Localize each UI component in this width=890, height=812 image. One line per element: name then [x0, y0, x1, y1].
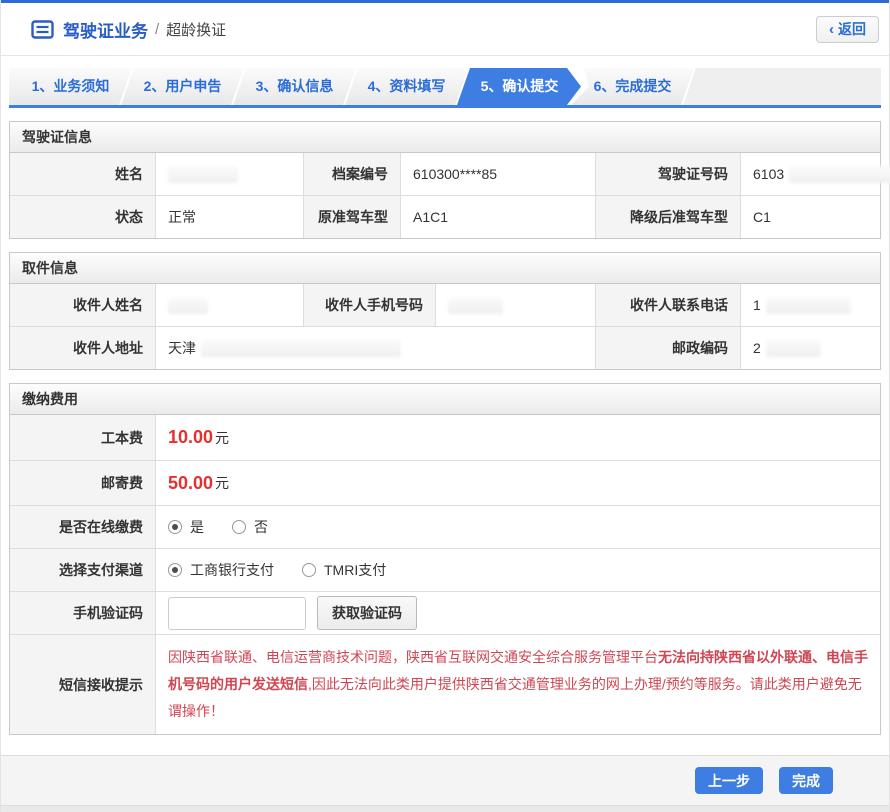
get-code-button[interactable]: 获取验证码 [317, 596, 417, 630]
radio-channel-tmri[interactable]: TMRI支付 [302, 560, 386, 580]
status-label: 状态 [10, 196, 155, 238]
table-row: 收件人地址 天津 邮政编码 2 [10, 326, 880, 369]
radio-channel-icbc[interactable]: 工商银行支付 [168, 560, 274, 580]
redacted-name [168, 166, 238, 183]
name-value [155, 153, 303, 195]
payment-channel-options: 工商银行支付 TMRI支付 [155, 549, 880, 591]
production-fee-label: 工本费 [10, 415, 155, 460]
bottom-edge [1, 805, 889, 812]
recipient-phone-value: 1 [740, 284, 880, 326]
page-title: 驾驶证业务 [63, 17, 148, 42]
step-3-confirm-info[interactable]: 3、确认信息 [233, 68, 356, 105]
recipient-name-label: 收件人姓名 [10, 284, 155, 326]
step-1-notice[interactable]: 1、业务须知 [9, 68, 132, 105]
online-payment-options: 是 否 [155, 506, 880, 548]
postage-fee-value: 50.00元 [155, 461, 880, 505]
redacted-recipient-mobile [448, 297, 503, 314]
table-row: 短信接收提示 因陕西省联通、电信运营商技术问题，陕西省互联网交通安全综合服务管理… [10, 634, 880, 734]
step-5-confirm-submit[interactable]: 5、确认提交 [457, 68, 582, 105]
back-button-label: 返回 [838, 19, 866, 39]
recipient-address-value: 天津 [155, 327, 595, 369]
radio-unselected-icon [232, 520, 246, 534]
sms-code-cell: 获取验证码 [155, 592, 880, 634]
step-2-declaration[interactable]: 2、用户申告 [121, 68, 244, 105]
table-row: 手机验证码 获取验证码 [10, 591, 880, 634]
downgraded-class-value: C1 [740, 196, 880, 238]
redacted-recipient-phone [766, 297, 851, 314]
step-wizard: 1、业务须知 2、用户申告 3、确认信息 4、资料填写 5、确认提交 6、完成提… [9, 68, 881, 108]
step-6-complete[interactable]: 6、完成提交 [571, 68, 694, 105]
footer-action-bar: 上一步 完成 [1, 755, 889, 805]
header: 驾驶证业务 / 超龄换证 ‹ 返回 [1, 3, 889, 56]
breadcrumb: 驾驶证业务 / 超龄换证 [31, 17, 226, 42]
file-number-value: 610300****85 [400, 153, 595, 195]
payment-title: 缴纳费用 [10, 384, 880, 415]
step-4-fill-data[interactable]: 4、资料填写 [345, 68, 468, 105]
finish-button[interactable]: 完成 [779, 767, 833, 794]
table-row: 收件人姓名 收件人手机号码 收件人联系电话 1 [10, 284, 880, 326]
table-row: 姓名 档案编号 610300****85 驾驶证号码 6103 [10, 153, 880, 195]
sms-code-input[interactable] [168, 597, 306, 630]
pickup-info-section: 取件信息 收件人姓名 收件人手机号码 收件人联系电话 1 收件人地址 天津 邮政… [9, 252, 881, 370]
radio-online-yes[interactable]: 是 [168, 517, 204, 537]
page-subtitle: 超龄换证 [166, 19, 226, 40]
postal-code-value: 2 [740, 327, 880, 369]
production-fee-value: 10.00元 [155, 415, 880, 460]
table-row: 是否在线缴费 是 否 [10, 505, 880, 548]
radio-unselected-icon [302, 563, 316, 577]
downgraded-class-label: 降级后准驾车型 [595, 196, 740, 238]
status-value: 正常 [155, 196, 303, 238]
file-number-label: 档案编号 [303, 153, 400, 195]
radio-selected-icon [168, 563, 182, 577]
postal-code-label: 邮政编码 [595, 327, 740, 369]
original-class-label: 原准驾车型 [303, 196, 400, 238]
license-number-value: 6103 [740, 153, 890, 195]
redacted-recipient-name [168, 297, 208, 314]
recipient-mobile-value [435, 284, 595, 326]
table-row: 状态 正常 原准驾车型 A1C1 降级后准驾车型 C1 [10, 195, 880, 238]
table-row: 邮寄费 50.00元 [10, 460, 880, 505]
back-button[interactable]: ‹ 返回 [816, 16, 879, 43]
recipient-name-value [155, 284, 303, 326]
step-wizard-filler [683, 68, 881, 105]
redacted-postal-code [766, 340, 821, 357]
license-business-icon [31, 20, 54, 39]
online-payment-label: 是否在线缴费 [10, 506, 155, 548]
license-info-title: 驾驶证信息 [10, 122, 880, 153]
sms-notice-text: 因陕西省联通、电信运营商技术问题，陕西省互联网交通安全综合服务管理平台无法向持陕… [155, 635, 880, 734]
sms-code-label: 手机验证码 [10, 592, 155, 634]
radio-online-no[interactable]: 否 [232, 517, 268, 537]
sms-notice-label: 短信接收提示 [10, 635, 155, 734]
name-label: 姓名 [10, 153, 155, 195]
back-chevron-icon: ‹ [829, 22, 834, 37]
recipient-mobile-label: 收件人手机号码 [303, 284, 435, 326]
payment-section: 缴纳费用 工本费 10.00元 邮寄费 50.00元 是否在线缴费 是 否 选择… [9, 383, 881, 735]
recipient-phone-label: 收件人联系电话 [595, 284, 740, 326]
postage-fee-label: 邮寄费 [10, 461, 155, 505]
breadcrumb-separator: / [155, 21, 159, 38]
previous-step-button[interactable]: 上一步 [695, 767, 763, 794]
redacted-license-number [789, 166, 890, 183]
original-class-value: A1C1 [400, 196, 595, 238]
redacted-recipient-address [201, 340, 401, 357]
radio-selected-icon [168, 520, 182, 534]
payment-channel-label: 选择支付渠道 [10, 549, 155, 591]
license-info-section: 驾驶证信息 姓名 档案编号 610300****85 驾驶证号码 6103 状态… [9, 121, 881, 239]
table-row: 工本费 10.00元 [10, 415, 880, 460]
table-row: 选择支付渠道 工商银行支付 TMRI支付 [10, 548, 880, 591]
recipient-address-label: 收件人地址 [10, 327, 155, 369]
pickup-info-title: 取件信息 [10, 253, 880, 284]
license-number-label: 驾驶证号码 [595, 153, 740, 195]
page: 驾驶证业务 / 超龄换证 ‹ 返回 1、业务须知 2、用户申告 3、确认信息 4… [0, 0, 890, 812]
